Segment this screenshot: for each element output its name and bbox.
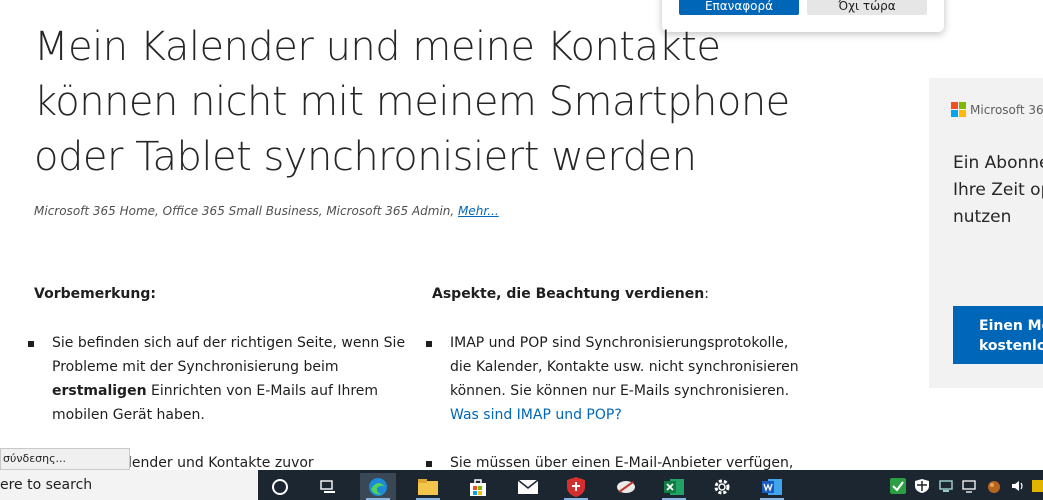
file-explorer-icon[interactable] <box>410 473 446 500</box>
tray-weather-icon[interactable] <box>986 478 1002 494</box>
edge-browser-icon[interactable] <box>360 473 396 500</box>
word-icon[interactable] <box>754 473 790 500</box>
mail-icon[interactable] <box>510 473 546 500</box>
tray-display-icon[interactable] <box>962 478 978 494</box>
excel-icon[interactable] <box>656 473 692 500</box>
applies-to-text: Microsoft 365 Home, Office 365 Small Bus… <box>34 204 455 218</box>
heading-colon: : <box>704 286 709 302</box>
not-now-button[interactable]: Όχι τώρα <box>807 0 927 15</box>
tray-check-icon[interactable] <box>890 478 906 494</box>
taskbar: ere to search <box>0 470 1043 500</box>
list-item-text: Sie befinden sich auf der richtigen Seit… <box>52 335 406 375</box>
volume-icon[interactable] <box>1010 478 1026 494</box>
list-item-bold: erstmaligen <box>52 383 147 399</box>
settings-gear-icon[interactable] <box>704 473 740 500</box>
task-view-icon[interactable] <box>310 473 346 500</box>
considerations-heading: Aspekte, die Beachtung verdienen: <box>432 282 812 306</box>
taskbar-search-box[interactable]: ere to search <box>0 470 258 500</box>
restore-button[interactable]: Επαναφορά <box>679 0 799 15</box>
cortana-icon[interactable] <box>262 473 298 500</box>
applies-to: Microsoft 365 Home, Office 365 Small Bus… <box>34 204 499 218</box>
promo-text: Ein Abonnement, um Ihre Zeit optimal zu … <box>953 153 1043 227</box>
promo-panel: Microsoft 365 Ein Abonnement, um Ihre Ze… <box>929 78 1043 388</box>
promo-brand-name: Microsoft 365 <box>970 102 1043 117</box>
free-trial-button[interactable]: Einen Monat kostenlos testen <box>953 306 1043 364</box>
tray-overflow-icon[interactable] <box>1032 478 1043 494</box>
microsoft-logo-icon <box>951 102 966 117</box>
page-title: Mein Kalender und meine Kontakte können … <box>34 24 790 180</box>
security-shield-icon[interactable] <box>558 473 594 500</box>
list-item-text: IMAP und POP sind Synchronisierungsproto… <box>450 335 799 399</box>
more-link[interactable]: Mehr... <box>458 204 499 218</box>
tray-shield-icon[interactable] <box>914 478 930 494</box>
imap-pop-link[interactable]: Was sind IMAP und POP? <box>450 407 622 423</box>
preface-heading: Vorbemerkung: <box>34 286 156 302</box>
considerations-column: Aspekte, die Beachtung verdienen: IMAP u… <box>426 282 812 499</box>
heading-bold: Aspekte, die Beachtung verdienen <box>432 286 705 302</box>
store-icon[interactable] <box>460 473 496 500</box>
snipping-tool-icon[interactable] <box>608 473 644 500</box>
status-tooltip: σύνδεσης... <box>0 448 130 470</box>
list-item: Sie befinden sich auf der richtigen Seit… <box>28 331 414 427</box>
promo-brand: Microsoft 365 <box>951 102 1043 117</box>
list-item: IMAP und POP sind Synchronisierungsproto… <box>426 331 812 427</box>
list-item-text: Sie müssen über einen E-Mail-Anbieter ve… <box>450 455 794 471</box>
tray-network-adapter-icon[interactable] <box>938 478 954 494</box>
